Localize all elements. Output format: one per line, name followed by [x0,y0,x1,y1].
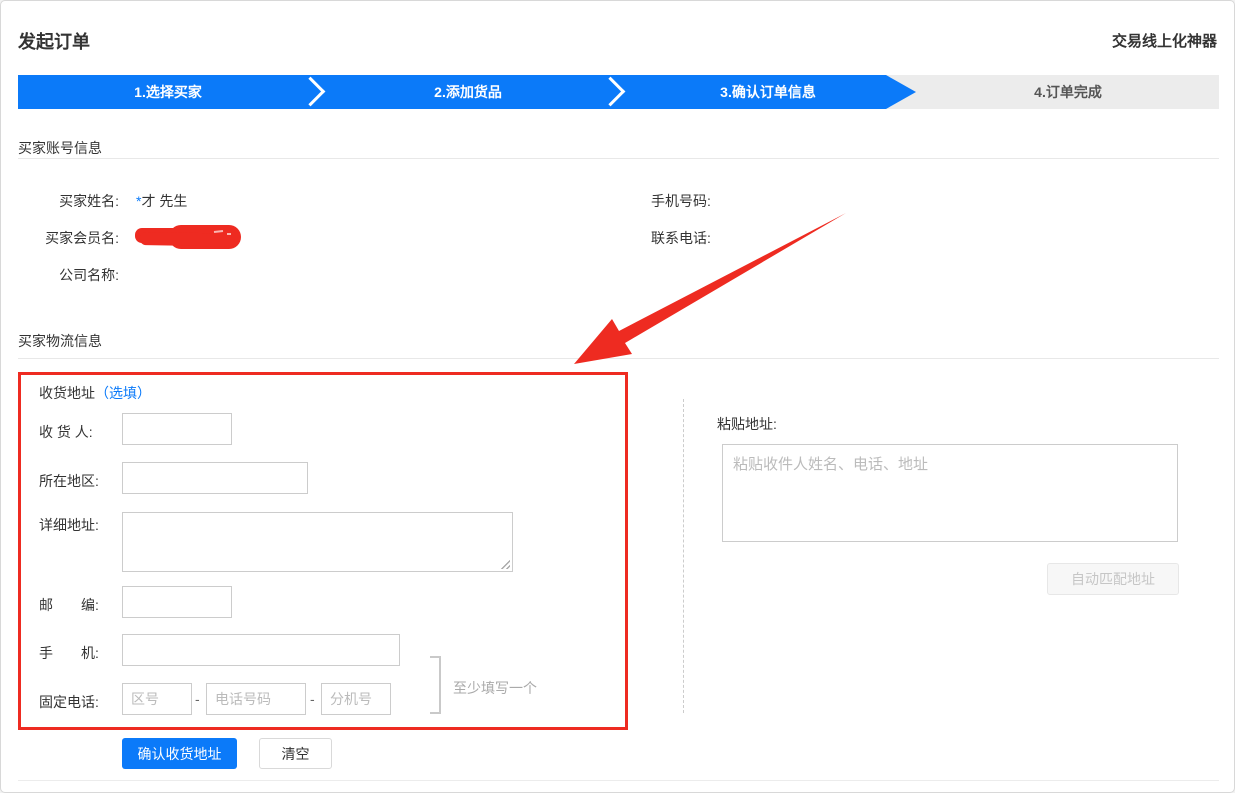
buyer-name-label: 买家姓名: [1,191,119,211]
zip-input[interactable] [122,586,232,618]
confirm-address-button[interactable]: 确认收货地址 [122,738,237,769]
optional-link[interactable]: （选填） [95,385,151,401]
clear-button[interactable]: 清空 [259,738,332,769]
step-2-add-goods: 2.添加货品 [318,75,618,109]
dash-separator: - [195,691,200,707]
mobile-label: 手 机: [39,643,99,663]
contact-phone-label: 联系电话: [651,228,711,248]
divider [18,358,1219,359]
tel-area-code-input[interactable] [122,683,192,715]
mobile-input[interactable] [122,634,400,666]
address-form-header: 收货地址（选填） [39,383,151,403]
step-wizard: 1.选择买家 2.添加货品 3.确认订单信息 4.订单完成 [18,75,1219,109]
region-input[interactable] [122,462,308,494]
vertical-dashed-divider [683,399,684,713]
mobile-number-label: 手机号码: [651,191,711,211]
order-page: 发起订单 交易线上化神器 1.选择买家 2.添加货品 3.确认订单信息 4.订单… [0,0,1235,793]
member-name-label: 买家会员名: [1,228,119,248]
step-1-select-buyer: 1.选择买家 [18,75,318,109]
company-name-label: 公司名称: [1,265,119,285]
paste-address-label: 粘贴地址: [717,414,777,434]
tel-number-input[interactable] [206,683,306,715]
section-title-logistics: 买家物流信息 [18,331,102,351]
auto-match-address-button[interactable]: 自动匹配地址 [1047,563,1179,595]
detail-address-textarea[interactable] [122,512,513,572]
step-3-confirm-order: 3.确认订单信息 [618,75,918,109]
tel-ext-input[interactable] [321,683,391,715]
paste-address-textarea[interactable] [722,444,1178,542]
divider [18,158,1219,159]
divider [18,780,1219,781]
section-title-account: 买家账号信息 [18,138,102,158]
detail-address-label: 详细地址: [39,515,99,535]
brand-title: 交易线上化神器 [1112,30,1217,51]
receiver-label: 收 货 人: [39,422,93,442]
annotation-overlay [1,1,1235,793]
page-title: 发起订单 [18,28,90,54]
telephone-label: 固定电话: [39,692,99,712]
bracket-shape [430,656,441,714]
step-4-order-done: 4.订单完成 [918,75,1218,109]
redaction-scribble [135,225,241,249]
at-least-one-note: 至少填写一个 [453,678,537,698]
receiver-input[interactable] [122,413,232,445]
region-label: 所在地区: [39,471,99,491]
buyer-name-value: *才 先生 [136,191,187,211]
dash-separator: - [310,691,315,707]
zip-label: 邮 编: [39,595,99,615]
